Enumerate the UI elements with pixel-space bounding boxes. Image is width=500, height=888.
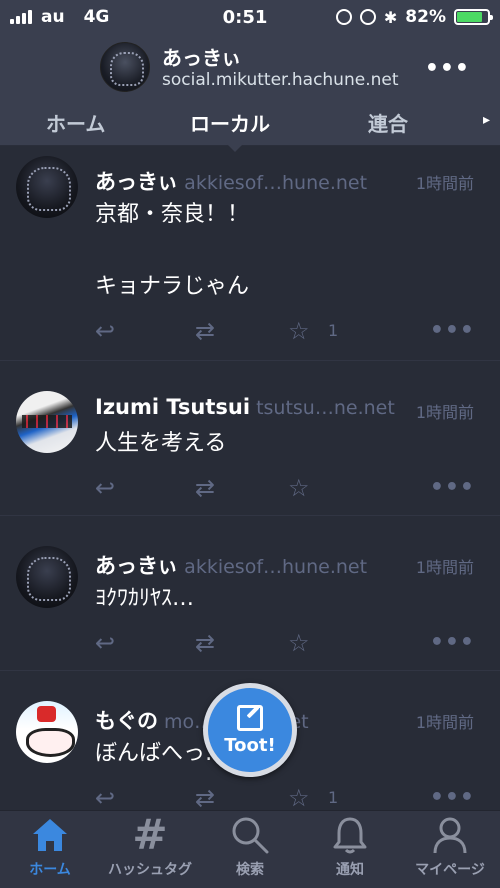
nav-hashtag[interactable]: # ハッシュタグ (100, 811, 200, 888)
nav-notifications-label: 通知 (336, 862, 364, 878)
status-bar: au 4G 0:51 ✱ 82% (0, 0, 500, 34)
bluetooth-icon: ✱ (383, 7, 398, 27)
status-text: ﾖｸﾜｶﾘﾔｽ… (95, 586, 195, 611)
more-icon[interactable]: ••• (430, 316, 475, 346)
status-avatar[interactable] (16, 546, 78, 608)
battery-icon (454, 9, 493, 25)
signal-icon (10, 10, 32, 24)
status-author[interactable]: あっきぃ akkiesof…hune.net (95, 550, 367, 580)
star-icon[interactable]: ☆ (288, 473, 310, 503)
author-acct: akkiesof…hune.net (184, 172, 368, 194)
tab-home[interactable]: ホーム (46, 108, 105, 137)
bottom-nav: ホーム # ハッシュタグ 検索 通知 マイページ (0, 810, 500, 888)
author-name: あっきぃ (95, 554, 179, 578)
status-text: 人生を考える (95, 431, 227, 456)
author-name: あっきぃ (95, 170, 179, 194)
status-avatar[interactable] (16, 701, 78, 763)
status-item[interactable]: あっきぃ akkiesof…hune.net 1時間前 京都・奈良！！ キョナラじ… (0, 146, 500, 361)
nav-mypage[interactable]: マイページ (400, 811, 500, 888)
account-display-name: あっきぃ (162, 46, 242, 70)
account-domain: social.mikutter.hachune.net (162, 70, 399, 90)
status-author[interactable]: あっきぃ akkiesof…hune.net (95, 166, 367, 196)
boost-icon[interactable]: ⇄ (195, 316, 215, 346)
star-icon[interactable]: ☆ (288, 316, 310, 346)
status-left: au 4G (10, 7, 200, 27)
star-icon[interactable]: ☆ (288, 783, 310, 810)
nav-search-label: 検索 (236, 862, 264, 878)
more-icon[interactable]: ••• (430, 628, 475, 658)
favourite-count: 1 (328, 788, 339, 807)
status-item[interactable]: あっきぃ akkiesof…hune.net 1時間前 ﾖｸﾜｶﾘﾔｽ… ↩ ⇄ … (0, 516, 500, 671)
boost-icon[interactable]: ⇄ (195, 473, 215, 503)
clock: 0:51 (222, 6, 268, 28)
status-text: 京都・奈良！！ (95, 202, 250, 227)
status-right: ✱ 82% (290, 7, 493, 27)
status-avatar[interactable] (16, 391, 78, 453)
status-actions: ↩ ⇄ ☆ ••• (95, 473, 475, 503)
status-actions: ↩ ⇄ ☆ 1 ••• (95, 783, 475, 810)
hashtag-icon: # (132, 810, 168, 859)
author-name: もぐの (95, 709, 158, 733)
person-icon (400, 811, 500, 859)
status-text-line2: キョナラじゃん (95, 274, 250, 299)
network-label: 4G (83, 7, 110, 27)
alarm-icon (359, 9, 376, 25)
carrier-label: au (41, 7, 65, 27)
nav-home-label: ホーム (29, 862, 71, 878)
status-avatar[interactable] (16, 156, 78, 218)
toot-button[interactable]: Toot! (203, 683, 297, 777)
boost-icon[interactable]: ⇄ (195, 783, 215, 810)
nav-notifications[interactable]: 通知 (300, 811, 400, 888)
tabs-scroll-arrow-icon[interactable]: ▸ (483, 112, 490, 128)
battery-fill (457, 12, 482, 22)
nav-hashtag-label: ハッシュタグ (108, 862, 192, 878)
compose-icon (237, 704, 263, 731)
nav-search[interactable]: 検索 (200, 811, 300, 888)
reply-icon[interactable]: ↩ (95, 783, 115, 810)
status-actions: ↩ ⇄ ☆ ••• (95, 628, 475, 658)
status-time: 1時間前 (415, 174, 474, 193)
author-acct: tsutsu…ne.net (256, 397, 395, 419)
status-time: 1時間前 (415, 558, 474, 577)
tab-local[interactable]: ローカル (190, 108, 270, 137)
nav-home[interactable]: ホーム (0, 811, 100, 888)
rotation-lock-icon (335, 9, 352, 25)
star-icon[interactable]: ☆ (288, 628, 310, 658)
reply-icon[interactable]: ↩ (95, 473, 115, 503)
status-item[interactable]: Izumi Tsutsui tsutsu…ne.net 1時間前 人生を考える ↩… (0, 361, 500, 516)
status-author[interactable]: Izumi Tsutsui tsutsu…ne.net (95, 395, 395, 419)
boost-icon[interactable]: ⇄ (195, 628, 215, 658)
battery-percent: 82% (405, 7, 446, 27)
reply-icon[interactable]: ↩ (95, 316, 115, 346)
timeline-tabs: ホーム ローカル 連合 ▸ (0, 100, 500, 146)
account-avatar[interactable] (100, 42, 150, 92)
more-icon[interactable]: ••• (430, 473, 475, 503)
bell-icon (300, 811, 400, 859)
status-time: 1時間前 (415, 403, 474, 422)
nav-mypage-label: マイページ (415, 862, 485, 878)
more-menu-button[interactable]: ••• (425, 56, 470, 81)
search-icon (200, 811, 300, 859)
account-header[interactable]: あっきぃ social.mikutter.hachune.net ••• (0, 34, 500, 100)
author-acct: akkiesof…hune.net (184, 556, 368, 578)
status-actions: ↩ ⇄ ☆ 1 ••• (95, 316, 475, 346)
more-icon[interactable]: ••• (430, 783, 475, 810)
reply-icon[interactable]: ↩ (95, 628, 115, 658)
tab-federated[interactable]: 連合 (368, 108, 408, 137)
author-name: Izumi Tsutsui (95, 395, 251, 419)
status-time: 1時間前 (415, 713, 474, 732)
home-icon (0, 811, 100, 859)
toot-label: Toot! (224, 734, 276, 756)
favourite-count: 1 (328, 321, 339, 340)
